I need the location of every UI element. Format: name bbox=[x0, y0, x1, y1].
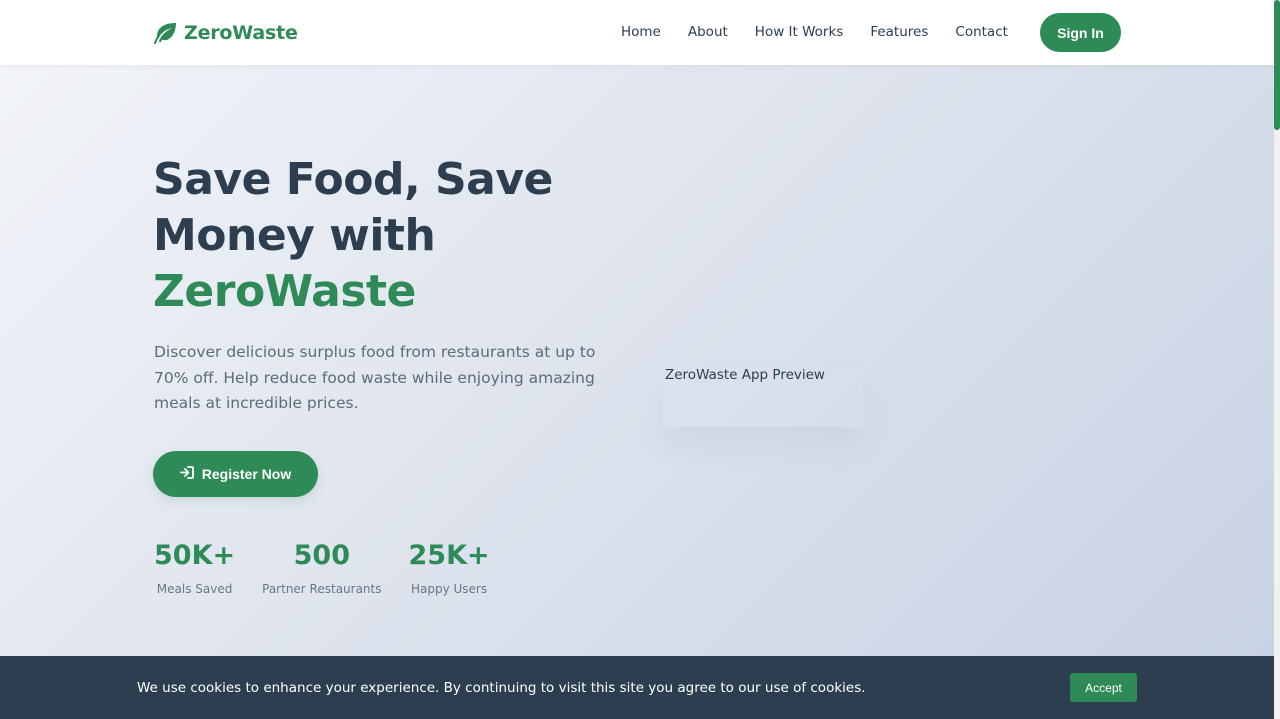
accept-cookies-button[interactable]: Accept bbox=[1070, 673, 1137, 702]
hero-title-accent: ZeroWaste bbox=[153, 266, 416, 317]
stat-label: Meals Saved bbox=[156, 582, 233, 596]
sign-in-icon bbox=[179, 466, 194, 482]
brand-logo[interactable]: ZeroWaste bbox=[153, 19, 298, 47]
scrollbar[interactable] bbox=[1274, 0, 1280, 719]
stat-partner-restaurants: 500 Partner Restaurants bbox=[262, 538, 381, 596]
stat-label: Happy Users bbox=[410, 582, 488, 596]
stat-happy-users: 25K+ Happy Users bbox=[409, 538, 490, 596]
nav-link-home[interactable]: Home bbox=[621, 22, 661, 42]
register-now-button[interactable]: Register Now bbox=[153, 451, 318, 497]
hero-title: Save Food, Save Money with ZeroWaste bbox=[153, 152, 633, 320]
nav-link-about[interactable]: About bbox=[688, 22, 728, 42]
nav-links: Home About How It Works Features Contact bbox=[621, 22, 1035, 42]
app-preview-image: ZeroWaste App Preview bbox=[663, 367, 863, 427]
register-now-label: Register Now bbox=[201, 466, 292, 482]
nav-link-features[interactable]: Features bbox=[870, 22, 928, 42]
nav-link-contact[interactable]: Contact bbox=[955, 22, 1008, 42]
stat-meals-saved: 50K+ Meals Saved bbox=[154, 538, 235, 596]
navbar: ZeroWaste Home About How It Works Featur… bbox=[0, 0, 1274, 65]
stat-value: 25K+ bbox=[408, 540, 490, 571]
app-preview-alt-text: ZeroWaste App Preview bbox=[665, 367, 825, 383]
stat-value: 500 bbox=[293, 540, 350, 571]
leaf-icon bbox=[153, 22, 178, 44]
nav-link-how-it-works[interactable]: How It Works bbox=[755, 22, 844, 42]
stat-label: Partner Restaurants bbox=[262, 582, 382, 596]
hero-description: Discover delicious surplus food from res… bbox=[154, 343, 596, 412]
hero-title-line1: Save Food, Save bbox=[153, 154, 553, 205]
cookie-text: We use cookies to enhance your experienc… bbox=[137, 680, 866, 696]
scrollbar-thumb[interactable] bbox=[1274, 0, 1280, 130]
stats: 50K+ Meals Saved 500 Partner Restaurants… bbox=[154, 538, 517, 596]
cookie-banner: We use cookies to enhance your experienc… bbox=[0, 656, 1274, 719]
sign-in-button[interactable]: Sign In bbox=[1040, 13, 1121, 52]
stat-value: 50K+ bbox=[154, 540, 236, 571]
brand-name: ZeroWaste bbox=[184, 22, 298, 44]
hero-title-line2: Money with bbox=[153, 210, 436, 261]
